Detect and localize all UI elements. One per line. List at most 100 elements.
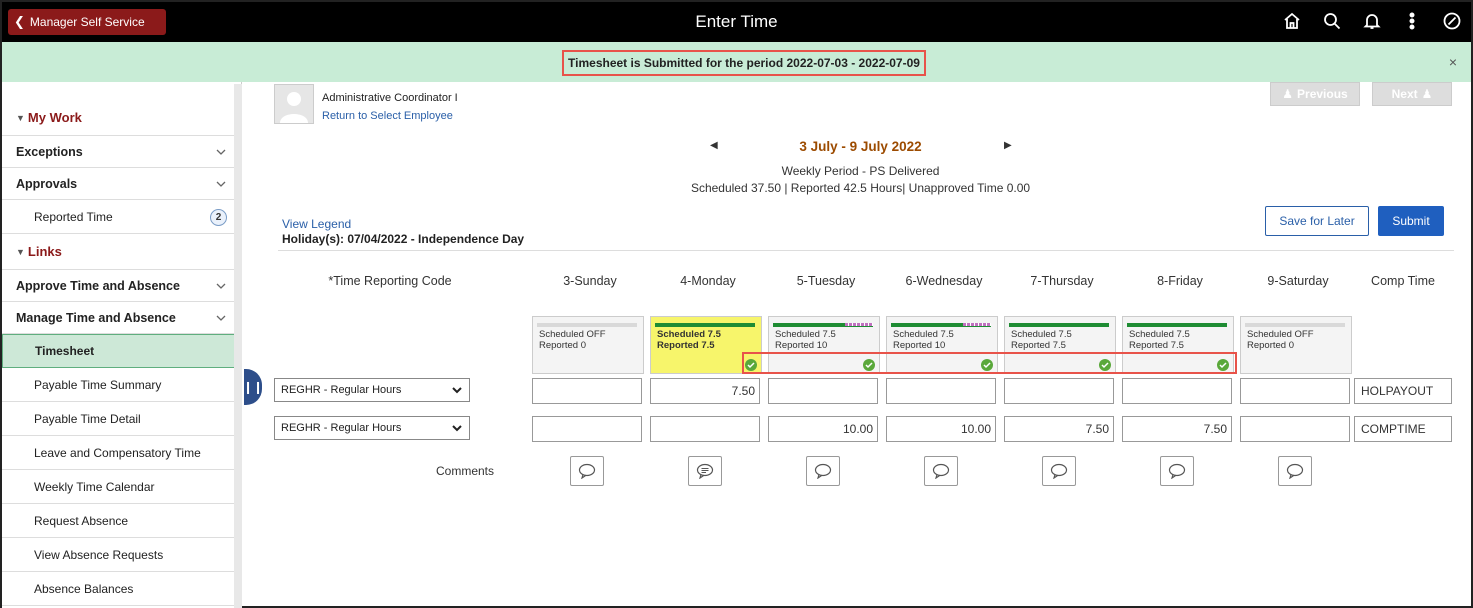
approved-check-icon: [745, 359, 757, 371]
count-badge: 2: [210, 209, 227, 226]
sidebar-group-approvals[interactable]: Approvals: [2, 168, 241, 200]
hours-input[interactable]: [532, 378, 642, 404]
day-summary-card[interactable]: Scheduled OFF Reported 0: [1240, 316, 1352, 374]
hours-input[interactable]: 10.00: [768, 416, 878, 442]
sidebar-item-reported-time[interactable]: Reported Time 2: [2, 200, 241, 234]
scheduled-text: Scheduled 7.5: [1011, 329, 1072, 340]
submitted-message: Timesheet is Submitted for the period 20…: [562, 50, 926, 76]
chevron-left-icon: ❮: [14, 14, 25, 29]
hours-input[interactable]: [1240, 378, 1350, 404]
hours-input[interactable]: [1240, 416, 1350, 442]
hours-input[interactable]: [886, 378, 996, 404]
divider: [278, 250, 1454, 251]
schedule-bar: [891, 323, 991, 327]
hours-input[interactable]: [768, 378, 878, 404]
sidebar-item-payable-time-summary[interactable]: Payable Time Summary: [2, 368, 241, 402]
sidebar-item-view-absence-requests[interactable]: View Absence Requests: [2, 538, 241, 572]
sidebar-item-payable-time-detail[interactable]: Payable Time Detail: [2, 402, 241, 436]
comment-button[interactable]: [806, 456, 840, 486]
day-summary-card[interactable]: Scheduled 7.5 Reported 10: [886, 316, 998, 374]
sidebar-item-weekly-time-calendar[interactable]: Weekly Time Calendar: [2, 470, 241, 504]
previous-button[interactable]: ♟ Previous: [1270, 82, 1360, 106]
sidebar-group-manage-time[interactable]: Manage Time and Absence: [2, 302, 241, 334]
day-summary-card[interactable]: Scheduled 7.5 Reported 10: [768, 316, 880, 374]
header-actions: [1281, 10, 1463, 32]
day-summary-card[interactable]: Scheduled 7.5 Reported 7.5: [1004, 316, 1116, 374]
comment-button[interactable]: [1042, 456, 1076, 486]
sidebar-scrollbar[interactable]: [234, 84, 242, 608]
sidebar-section-links[interactable]: ▼ Links: [2, 234, 241, 270]
save-for-later-button[interactable]: Save for Later: [1265, 206, 1369, 236]
hours-input[interactable]: [1122, 378, 1232, 404]
close-icon[interactable]: ×: [1449, 54, 1457, 70]
hours-input[interactable]: 7.50: [1122, 416, 1232, 442]
day-summary-card[interactable]: Scheduled OFF Reported 0: [532, 316, 644, 374]
trc-value: REGHR - Regular Hours: [281, 384, 402, 396]
comp-time-header: Comp Time: [1371, 274, 1435, 288]
hours-input[interactable]: 7.50: [1004, 416, 1114, 442]
next-period-arrow-icon[interactable]: ▶: [1004, 140, 1012, 151]
search-icon[interactable]: [1321, 10, 1343, 32]
sidebar-group-exceptions[interactable]: Exceptions: [2, 136, 241, 168]
comment-icon: [578, 463, 596, 479]
chevron-down-icon: [452, 387, 462, 394]
home-icon[interactable]: [1281, 10, 1303, 32]
comment-filled-icon: [696, 463, 714, 479]
view-legend-link[interactable]: View Legend: [282, 217, 351, 231]
comp-time-input[interactable]: HOLPAYOUT: [1354, 378, 1452, 404]
hours-input[interactable]: [532, 416, 642, 442]
trc-dropdown[interactable]: REGHR - Regular Hours: [274, 378, 470, 402]
approved-check-icon: [981, 359, 993, 371]
manager-self-service-button[interactable]: ❮ Manager Self Service: [8, 9, 166, 35]
hours-input[interactable]: [1004, 378, 1114, 404]
hours-input[interactable]: 10.00: [886, 416, 996, 442]
sidebar-item-leave-compensatory[interactable]: Leave and Compensatory Time: [2, 436, 241, 470]
sidebar-item-request-absence[interactable]: Request Absence: [2, 504, 241, 538]
sidebar-group-approve-time[interactable]: Approve Time and Absence: [2, 270, 241, 302]
day-summary-card[interactable]: Scheduled 7.5 Reported 7.5: [1122, 316, 1234, 374]
sidebar-item-absence-balances[interactable]: Absence Balances: [2, 572, 241, 606]
navbar-icon[interactable]: [1441, 10, 1463, 32]
trc-value: REGHR - Regular Hours: [281, 422, 402, 434]
day-header: 7-Thursday: [1030, 274, 1094, 288]
triangle-down-icon: ▼: [16, 112, 25, 123]
reported-text: Reported 7.5: [1129, 340, 1184, 351]
avatar: [274, 84, 314, 124]
bell-icon[interactable]: [1361, 10, 1383, 32]
sidebar: ▼ My Work Exceptions Approvals Reported …: [2, 82, 242, 608]
hours-input[interactable]: 7.50: [650, 378, 760, 404]
item-label: Reported Time: [34, 209, 113, 224]
reported-text: Reported 7.5: [657, 340, 715, 351]
comment-button[interactable]: [1278, 456, 1312, 486]
comment-icon: [932, 463, 950, 479]
main-content: Administrative Coordinator I Return to S…: [250, 82, 1471, 608]
schedule-bar: [655, 323, 755, 327]
more-icon[interactable]: [1401, 10, 1423, 32]
top-bar: ❮ Manager Self Service Enter Time: [2, 2, 1471, 42]
scheduled-text: Scheduled 7.5: [775, 329, 836, 340]
comment-button[interactable]: [1160, 456, 1194, 486]
hours-input[interactable]: [650, 416, 760, 442]
comment-button[interactable]: [688, 456, 722, 486]
sidebar-item-timesheet[interactable]: Timesheet: [2, 334, 241, 368]
next-button[interactable]: Next ♟: [1372, 82, 1452, 106]
submit-button[interactable]: Submit: [1378, 206, 1444, 236]
group-label: Manage Time and Absence: [16, 310, 176, 325]
return-to-select-employee-link[interactable]: Return to Select Employee: [322, 110, 453, 122]
day-summary-card[interactable]: Scheduled 7.5 Reported 7.5: [650, 316, 762, 374]
comment-button[interactable]: [924, 456, 958, 486]
overtime-bar: [963, 323, 991, 326]
schedule-bar: [773, 323, 873, 327]
trc-dropdown[interactable]: REGHR - Regular Hours: [274, 416, 470, 440]
comp-time-input[interactable]: COMPTIME: [1354, 416, 1452, 442]
approved-check-icon: [863, 359, 875, 371]
comment-button[interactable]: [570, 456, 604, 486]
group-label: Approvals: [16, 176, 78, 191]
sidebar-section-my-work[interactable]: ▼ My Work: [2, 100, 241, 136]
comment-icon: [1168, 463, 1186, 479]
day-header: 9-Saturday: [1267, 274, 1329, 288]
comment-icon: [1286, 463, 1304, 479]
period-type: Weekly Period - PS Delivered: [781, 164, 940, 178]
comment-icon: [1050, 463, 1068, 479]
trc-header: *Time Reporting Code: [328, 274, 452, 288]
